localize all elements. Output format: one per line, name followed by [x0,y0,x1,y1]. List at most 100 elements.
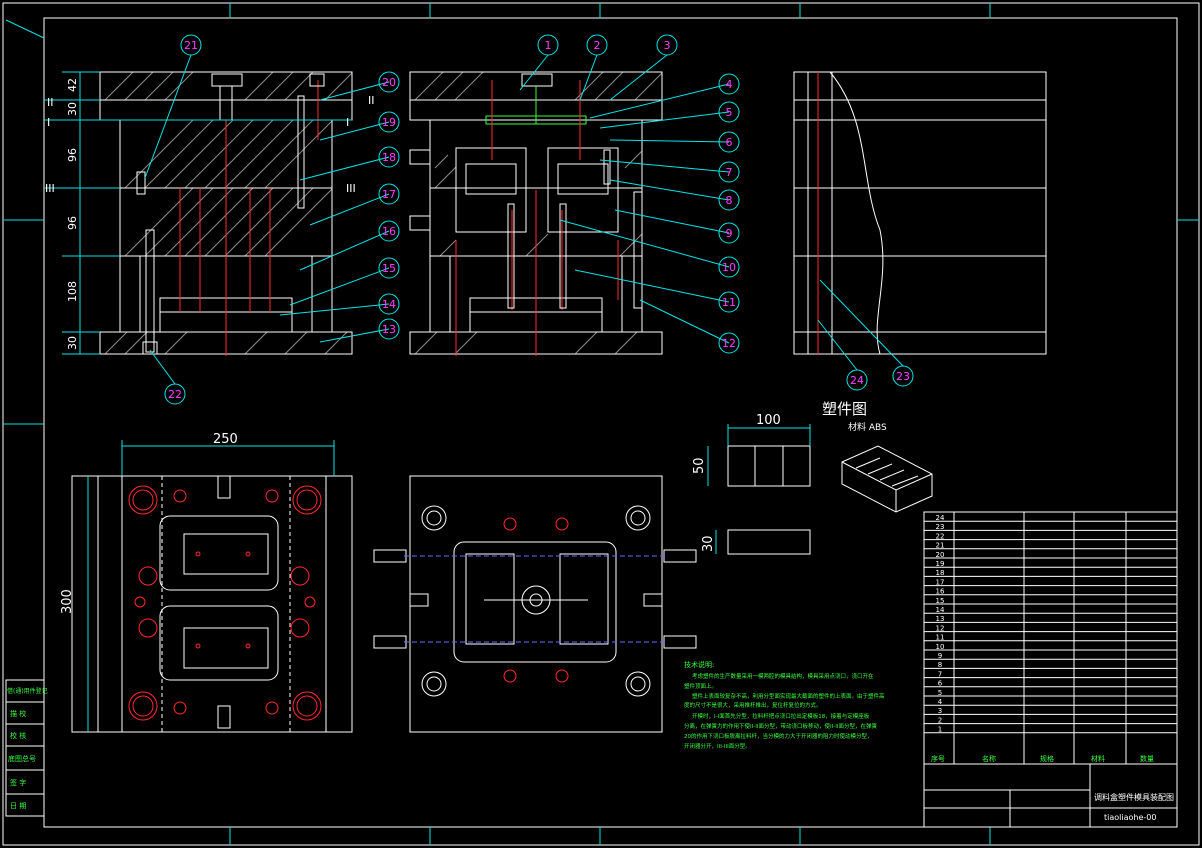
notes-line-1: 考虑塑件的生产数量采用一模两腔的模具结构，模具采用点浇口，浇口开在 [692,672,874,680]
bom-row-number: 18 [936,569,945,577]
bom-row-number: 21 [936,542,945,550]
dim-100: 100 [756,413,781,428]
bom-row-number: 20 [936,551,945,559]
dim-300: 300 [60,589,75,614]
dim-30-bottom: 30 [66,336,79,350]
balloon-label: 22 [168,388,182,401]
drawing-title: 调料盒塑件模具装配图 [1094,792,1174,802]
notes-line-7: 20的作用下浇口板脱离拉料杆，当分模的力大于开闭器的阻力时使动模分型， [684,732,873,740]
section-I-right: I [346,116,349,129]
balloon-label: 9 [726,227,733,240]
bom-row-number: 15 [936,597,945,605]
balloon-label: 23 [896,370,910,383]
balloon-label: 13 [382,323,396,336]
bom-header-qty: 数量 [1140,754,1154,763]
bill-of-materials: 242322212019181716151413121110987654321 … [923,511,1178,765]
section-view-left [99,71,353,356]
balloon-label: 11 [722,296,736,309]
strip-item-2: 描 校 [10,709,26,718]
balloon-label: 4 [726,78,733,91]
outer-frame [2,2,1200,846]
notes-line-8: 开闭器分开，III-III面分型。 [684,742,751,750]
bom-row-number: 16 [936,588,945,596]
section-III-right: III [346,182,356,195]
dim-30-top: 30 [66,102,79,116]
balloon-label: 19 [382,116,396,129]
frame-ticks [3,3,1199,845]
drawing-number: tiaoliaohe-00 [1104,813,1156,822]
bom-row-number: 22 [936,532,945,540]
balloon-label: 1 [545,39,552,52]
section-view-middle [409,71,663,356]
bom-row-number: 14 [936,606,945,614]
balloon-label: 16 [382,225,396,238]
balloon-label: 6 [726,136,733,149]
strip-item-4: 底图总号 [8,754,36,763]
notes-line-6: 分离，在弹簧力的作用下使II-II面分型，带动浇口板移动，使II-II面分型，在… [684,722,877,730]
strip-item-5: 签 字 [10,778,26,787]
part-drawing-title: 塑件图 [822,400,867,418]
balloon-label: 14 [382,298,396,311]
bom-row-number: 12 [936,624,945,632]
bom-row-number: 24 [936,514,945,522]
notes-line-3: 塑件上表面较复杂不高，利用分型面实现最大截面的塑件的上表面，由于塑件高 [692,692,885,700]
plan-view-middle [373,475,697,733]
bom-row-number: 9 [938,652,942,660]
dim-96-b: 96 [66,216,79,230]
bom-row-number: 17 [936,578,945,586]
dim-30-part: 30 [701,535,716,552]
balloon-label: 10 [722,261,736,274]
bom-row-number: 23 [936,523,945,531]
bom-row-number: 4 [938,698,943,706]
strip-item-1: 借(通)用件登记 [7,687,48,695]
notes-line-2: 塑件顶面上。 [684,682,717,690]
part-drawing: 塑件图 材料 ABS [707,400,933,555]
bom-row-number: 10 [936,643,945,651]
section-III-left: III [45,182,55,195]
balloon-label: 8 [726,194,733,207]
balloon-label: 18 [382,151,396,164]
dim-108: 108 [66,281,79,302]
notes-heading: 技术说明: [684,660,714,669]
balloon-label: 17 [382,188,396,201]
plan-view-left-dimensions [87,440,335,732]
part-balloons: 21 1 2 320 451961878179161015111412132224 23 [164,34,914,405]
bom-row-number: 5 [938,689,942,697]
left-view-dimension-labels: 42 30 96 96 108 30 II I III II I III [45,78,375,350]
bom-row-number: 6 [938,680,943,688]
bom-row-number: 8 [938,661,942,669]
bom-header-num: 序号 [931,754,945,763]
plan-view-left [71,475,353,733]
leader-lines [144,54,904,385]
balloon-label: 20 [382,76,396,89]
bom-header-spec: 规格 [1040,754,1054,763]
section-II-right: II [368,94,375,107]
section-II-left: II [47,96,54,109]
dim-50: 50 [692,457,707,474]
part-drawing-material: 材料 ABS [848,421,887,433]
dim-250: 250 [213,432,238,447]
dim-96-a: 96 [66,148,79,162]
notes-line-4: 度的尺寸不是很大，采用推杆推出，复位杆复位的方式。 [684,701,822,709]
strip-item-6: 日 期 [10,802,26,810]
bom-row-number: 7 [938,670,942,678]
section-view-right [793,71,1047,355]
title-block: 调料盒塑件模具装配图 tiaoliaohe-00 [923,763,1178,828]
bom-row-number: 1 [938,726,942,734]
bom-row-number: 11 [936,634,945,642]
balloon-label: 5 [726,106,733,119]
balloon-label: 7 [726,166,733,179]
bom-row-number: 13 [936,615,945,623]
bom-header-material: 材料 [1091,754,1105,763]
left-revision-strip: 借(通)用件登记 描 校 校 核 底图总号 签 字 日 期 [5,679,48,817]
balloon-label: 24 [850,374,864,387]
bom-row-number: 2 [938,716,942,724]
balloon-label: 2 [594,39,601,52]
bom-row-number: 19 [936,560,945,568]
bom-row-number: 3 [938,707,942,715]
balloon-label: 12 [722,337,736,350]
notes-line-5: 开模时，I-I面首先分型，拉料杆把点浇口拉出定模板18，接着与定模座板 [692,712,870,720]
dim-42: 42 [66,78,79,92]
balloon-label: 15 [382,262,396,275]
balloon-label: 3 [664,39,671,52]
